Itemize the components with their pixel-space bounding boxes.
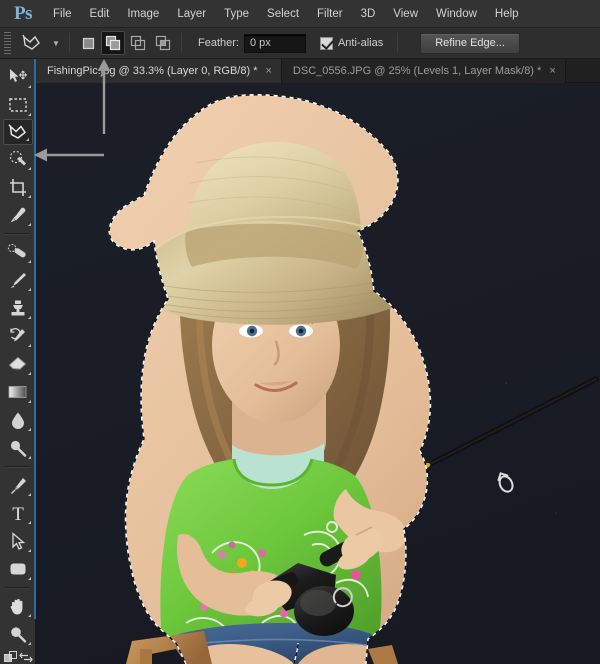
flyout-triangle-icon — [27, 195, 31, 198]
options-divider-3 — [397, 33, 399, 53]
flyout-triangle-icon — [27, 642, 31, 645]
menu-bar: Ps File Edit Image Layer Type Select Fil… — [0, 0, 600, 28]
rectangle-shape-tool[interactable] — [2, 555, 34, 583]
move-tool[interactable] — [2, 63, 34, 91]
rectangular-marquee-tool[interactable] — [2, 91, 34, 119]
tool-preset-chevron-down-icon[interactable]: ▼ — [49, 30, 63, 56]
pen-tool[interactable] — [2, 471, 34, 499]
options-bar: ▼ Feather: 0 px Anti-alias Refine Edge..… — [0, 28, 600, 59]
flyout-triangle-icon — [27, 344, 31, 347]
screen-mode-icon[interactable] — [19, 651, 34, 664]
quick-selection-tool[interactable] — [2, 145, 34, 173]
tab-title: FishingPic.jpg @ 33.3% (Layer 0, RGB/8) … — [47, 65, 258, 77]
lasso-tool[interactable] — [2, 119, 33, 145]
flyout-triangle-icon — [27, 456, 31, 459]
photoshop-window: Ps File Edit Image Layer Type Select Fil… — [0, 0, 600, 664]
eyedropper-tool[interactable] — [2, 201, 34, 229]
flyout-triangle-icon — [27, 549, 31, 552]
tools-panel: T — [0, 59, 36, 664]
flyout-triangle-icon — [27, 260, 31, 263]
toolbar-mini-icons — [0, 648, 35, 664]
clone-stamp-tool[interactable] — [2, 294, 34, 322]
options-bar-grip[interactable] — [2, 31, 13, 55]
flyout-triangle-icon — [27, 577, 31, 580]
antialias-control[interactable]: Anti-alias — [319, 36, 384, 50]
flyout-triangle-icon — [27, 614, 31, 617]
flyout-triangle-icon — [27, 400, 31, 403]
path-selection-tool[interactable] — [2, 527, 34, 555]
menu-item-filter[interactable]: Filter — [308, 0, 352, 28]
antialias-checkbox[interactable] — [319, 36, 333, 50]
refine-edge-button[interactable]: Refine Edge... — [420, 32, 520, 54]
feather-label: Feather: — [198, 37, 239, 49]
flyout-triangle-icon — [27, 428, 31, 431]
flyout-triangle-icon — [27, 372, 31, 375]
menu-item-layer[interactable]: Layer — [168, 0, 215, 28]
feather-input[interactable] — [243, 33, 306, 53]
quick-mask-icon[interactable] — [4, 650, 19, 664]
crop-tool[interactable] — [2, 173, 34, 201]
toolbar-divider-2 — [5, 466, 30, 467]
options-divider-2 — [181, 33, 182, 53]
tab-dsc0556[interactable]: DSC_0556.JPG @ 25% (Levels 1, Layer Mask… — [281, 59, 566, 83]
zoom-tool[interactable] — [2, 620, 34, 648]
document-tab-bar: FishingPic.jpg @ 33.3% (Layer 0, RGB/8) … — [36, 59, 600, 83]
brush-tool[interactable] — [2, 266, 34, 294]
flyout-triangle-icon — [27, 167, 31, 170]
close-icon[interactable]: × — [265, 65, 271, 77]
menu-item-image[interactable]: Image — [118, 0, 168, 28]
intersect-with-selection-button[interactable] — [151, 31, 175, 55]
menu-item-type[interactable]: Type — [215, 0, 258, 28]
flyout-triangle-icon — [27, 493, 31, 496]
flyout-triangle-icon — [27, 113, 31, 116]
add-to-selection-button[interactable] — [101, 31, 125, 55]
flyout-triangle-icon — [27, 521, 31, 524]
subtract-from-selection-button[interactable] — [126, 31, 150, 55]
spot-healing-brush-tool[interactable] — [2, 238, 34, 266]
polygonal-lasso-icon[interactable] — [15, 30, 49, 56]
new-selection-button[interactable] — [76, 31, 100, 55]
flyout-triangle-icon — [27, 223, 31, 226]
fishing-photo — [36, 83, 600, 664]
flyout-triangle-icon — [27, 85, 31, 88]
photoshop-logo: Ps — [14, 2, 33, 24]
menu-item-file[interactable]: File — [44, 0, 81, 28]
toolbar-divider-1 — [5, 233, 30, 234]
flyout-triangle-icon — [27, 288, 31, 291]
gradient-tool[interactable] — [2, 378, 34, 406]
menu-item-edit[interactable]: Edit — [81, 0, 119, 28]
svg-text:T: T — [12, 504, 24, 523]
menu-item-3d[interactable]: 3D — [352, 0, 385, 28]
flyout-triangle-icon — [27, 316, 31, 319]
menu-item-view[interactable]: View — [384, 0, 427, 28]
document-canvas[interactable] — [36, 83, 600, 664]
flyout-triangle-icon — [25, 138, 29, 141]
toolbar-divider-3 — [5, 587, 30, 588]
antialias-label: Anti-alias — [337, 37, 384, 49]
tab-title: DSC_0556.JPG @ 25% (Levels 1, Layer Mask… — [292, 65, 542, 77]
blur-tool[interactable] — [2, 406, 34, 434]
selection-mode-group — [76, 31, 175, 55]
tab-fishingpic[interactable]: FishingPic.jpg @ 33.3% (Layer 0, RGB/8) … — [36, 59, 282, 83]
dodge-tool[interactable] — [2, 434, 34, 462]
menu-item-window[interactable]: Window — [427, 0, 486, 28]
history-brush-tool[interactable] — [2, 322, 34, 350]
hand-tool[interactable] — [2, 592, 34, 620]
close-icon[interactable]: × — [549, 65, 555, 77]
options-divider-1 — [69, 33, 70, 53]
type-tool[interactable]: T — [2, 499, 34, 527]
eraser-tool[interactable] — [2, 350, 34, 378]
menu-item-select[interactable]: Select — [258, 0, 308, 28]
menu-item-help[interactable]: Help — [486, 0, 528, 28]
